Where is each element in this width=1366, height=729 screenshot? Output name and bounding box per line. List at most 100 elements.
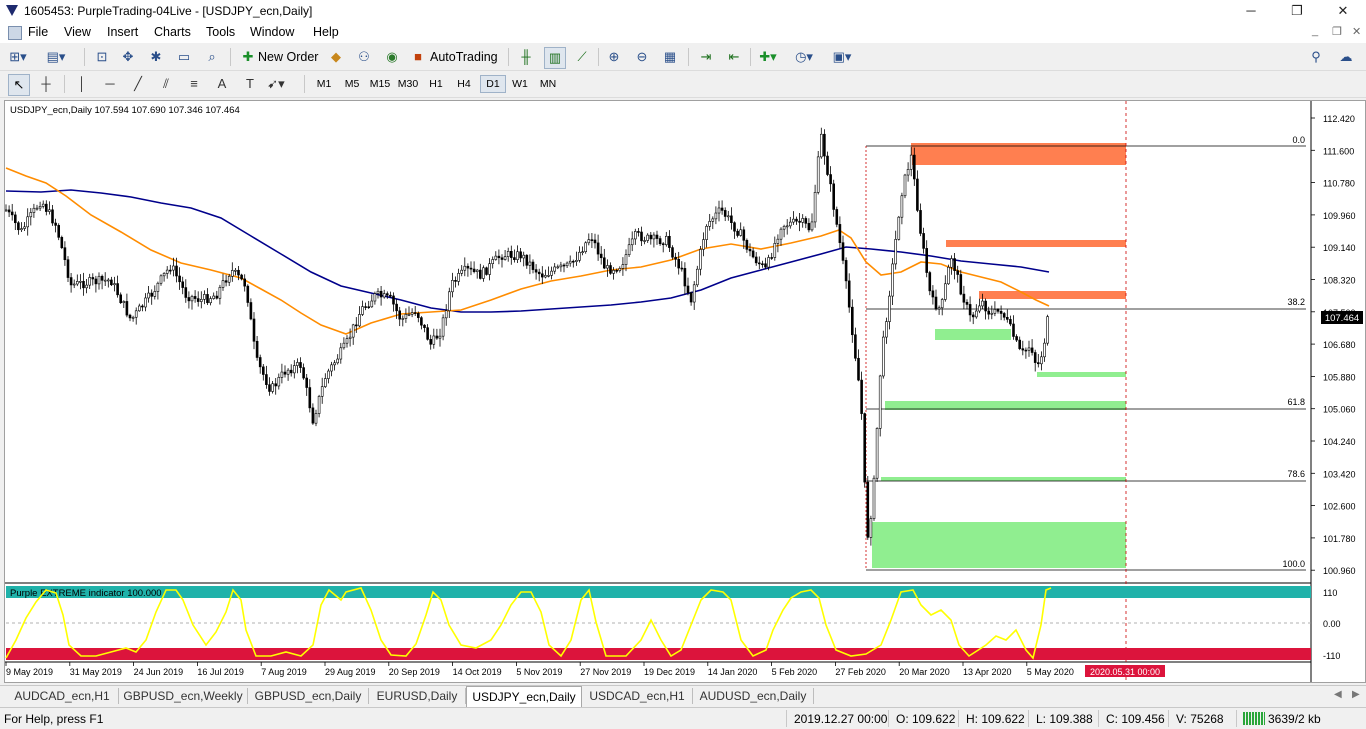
menu-window[interactable]: Window bbox=[250, 25, 294, 39]
chart-shift-icon[interactable]: ⇤ bbox=[724, 47, 744, 67]
text-label-icon[interactable]: T bbox=[240, 74, 260, 94]
fib-level-61: 61.8 bbox=[1287, 397, 1305, 407]
new-order-icon[interactable]: ✚ bbox=[238, 47, 258, 67]
tab-audcad-h1[interactable]: AUDCAD_ecn,H1 bbox=[6, 688, 119, 704]
strategy-tester-icon[interactable]: ⌕ bbox=[202, 47, 222, 67]
child-restore-icon[interactable]: ❐ bbox=[1332, 25, 1342, 38]
bar-chart-icon[interactable]: ╫ bbox=[516, 47, 536, 67]
candle-body bbox=[596, 242, 600, 255]
shapes-icon[interactable]: ➹▾ bbox=[266, 74, 286, 94]
price-axis-label: 104.240 bbox=[1323, 437, 1356, 447]
new-chart-icon[interactable]: ⊞▾ bbox=[8, 47, 28, 67]
candle-body bbox=[60, 237, 64, 249]
candle-body bbox=[609, 265, 612, 274]
market-icon[interactable]: ◉ bbox=[382, 47, 402, 67]
data-window-icon[interactable]: ✥ bbox=[118, 47, 138, 67]
price-chart[interactable]: USDJPY_ecn,Daily 107.594 107.690 107.346… bbox=[4, 101, 1365, 682]
candle-body bbox=[35, 207, 39, 210]
candle-body bbox=[72, 283, 76, 286]
chat-icon[interactable]: ☁ bbox=[1336, 47, 1356, 67]
search-icon[interactable]: ⚲ bbox=[1306, 47, 1326, 67]
candlestick-icon[interactable]: ▥ bbox=[544, 47, 566, 69]
timeframe-m5[interactable]: M5 bbox=[340, 76, 364, 92]
candle-body bbox=[79, 280, 82, 283]
candle-body bbox=[389, 294, 392, 297]
line-chart-icon[interactable]: ⟋ bbox=[572, 47, 592, 67]
timeframe-mn[interactable]: MN bbox=[536, 76, 560, 92]
horizontal-line-icon[interactable]: ─ bbox=[100, 74, 120, 94]
candle-body bbox=[847, 280, 851, 308]
auto-scroll-icon[interactable]: ⇥ bbox=[696, 47, 716, 67]
status-bar: For Help, press F1 2019.12.27 00:00 O: 1… bbox=[0, 707, 1366, 729]
timeframe-m1[interactable]: M1 bbox=[312, 76, 336, 92]
candle-body bbox=[141, 305, 144, 308]
restore-button[interactable]: ❐ bbox=[1274, 0, 1320, 22]
templates-icon[interactable]: ▣▾ bbox=[832, 47, 852, 67]
tab-scroll-right-icon[interactable]: ▶ bbox=[1352, 689, 1360, 700]
vertical-line-icon[interactable]: │ bbox=[72, 74, 92, 94]
crosshair-icon[interactable]: ┼ bbox=[36, 74, 56, 94]
candle-body bbox=[144, 297, 147, 308]
terminal-icon[interactable]: ▭ bbox=[174, 47, 194, 67]
candle-body bbox=[1033, 352, 1037, 363]
signals-icon[interactable]: ⚇ bbox=[354, 47, 374, 67]
navigator-icon[interactable]: ✱ bbox=[146, 47, 166, 67]
timeframe-m15[interactable]: M15 bbox=[368, 76, 392, 92]
candle-body bbox=[181, 281, 184, 288]
tile-windows-icon[interactable]: ▦ bbox=[660, 47, 680, 67]
zoom-out-icon[interactable]: ⊖ bbox=[632, 47, 652, 67]
menu-tools[interactable]: Tools bbox=[206, 25, 235, 39]
menu-view[interactable]: View bbox=[64, 25, 91, 39]
zoom-in-icon[interactable]: ⊕ bbox=[604, 47, 624, 67]
metaeditor-icon[interactable]: ◆ bbox=[326, 47, 346, 67]
tab-eurusd-daily[interactable]: EURUSD,Daily bbox=[369, 688, 466, 704]
market-watch-icon[interactable]: ⊡ bbox=[92, 47, 112, 67]
menu-insert[interactable]: Insert bbox=[107, 25, 138, 39]
timeframe-h4[interactable]: H4 bbox=[452, 76, 476, 92]
candle-body bbox=[491, 259, 495, 264]
text-icon[interactable]: A bbox=[212, 74, 232, 94]
tab-gbpusd-daily[interactable]: GBPUSD_ecn,Daily bbox=[248, 688, 369, 704]
tab-usdjpy-daily[interactable]: USDJPY_ecn,Daily bbox=[466, 686, 582, 707]
cursor-icon[interactable]: ↖ bbox=[8, 74, 30, 96]
tab-scroll-left-icon[interactable]: ◀ bbox=[1334, 689, 1342, 700]
tab-audusd-daily[interactable]: AUDUSD_ecn,Daily bbox=[693, 688, 814, 704]
candle-body bbox=[984, 300, 987, 312]
candle-body bbox=[999, 311, 1003, 314]
candle-body bbox=[559, 264, 563, 268]
candle-body bbox=[795, 218, 798, 222]
timeframe-w1[interactable]: W1 bbox=[508, 76, 532, 92]
candle-body bbox=[950, 258, 953, 268]
autotrading-button[interactable]: AutoTrading bbox=[430, 47, 498, 67]
candle-body bbox=[900, 195, 904, 218]
candle-body bbox=[739, 229, 743, 236]
candle-body bbox=[488, 263, 491, 275]
chart-window[interactable]: USDJPY_ecn,Daily 107.594 107.690 107.346… bbox=[4, 100, 1366, 683]
tab-usdcad-h1[interactable]: USDCAD_ecn,H1 bbox=[582, 688, 693, 704]
channel-icon[interactable]: ⫽ bbox=[156, 74, 176, 94]
minimize-button[interactable]: ─ bbox=[1228, 0, 1274, 22]
autotrading-icon[interactable]: ■ bbox=[408, 47, 428, 67]
menu-file[interactable]: File bbox=[28, 25, 48, 39]
candle-body bbox=[413, 312, 417, 314]
candle-body bbox=[940, 299, 944, 309]
timeframe-d1[interactable]: D1 bbox=[480, 75, 506, 93]
candle-body bbox=[305, 377, 309, 388]
trendline-icon[interactable]: ╱ bbox=[128, 74, 148, 94]
child-minimize-icon[interactable]: _ bbox=[1312, 25, 1318, 37]
candle-body bbox=[664, 235, 668, 246]
price-axis-label: 112.420 bbox=[1323, 114, 1355, 124]
tab-gbpusd-weekly[interactable]: GBPUSD_ecn,Weekly bbox=[119, 688, 248, 704]
new-order-button[interactable]: New Order bbox=[258, 47, 318, 67]
fibonacci-retracement[interactable]: 0.0 38.2 61.8 78.6 100.0 bbox=[865, 135, 1306, 571]
timeframe-m30[interactable]: M30 bbox=[396, 76, 420, 92]
child-close-icon[interactable]: ✕ bbox=[1352, 25, 1361, 38]
timeframe-h1[interactable]: H1 bbox=[424, 76, 448, 92]
indicators-icon[interactable]: ✚▾ bbox=[758, 47, 778, 67]
menu-charts[interactable]: Charts bbox=[154, 25, 191, 39]
fibonacci-icon[interactable]: ≡ bbox=[184, 74, 204, 94]
periods-icon[interactable]: ◷▾ bbox=[794, 47, 814, 67]
close-button[interactable]: ✕ bbox=[1320, 0, 1366, 22]
menu-help[interactable]: Help bbox=[313, 25, 339, 39]
profiles-icon[interactable]: ▤▾ bbox=[46, 47, 66, 67]
